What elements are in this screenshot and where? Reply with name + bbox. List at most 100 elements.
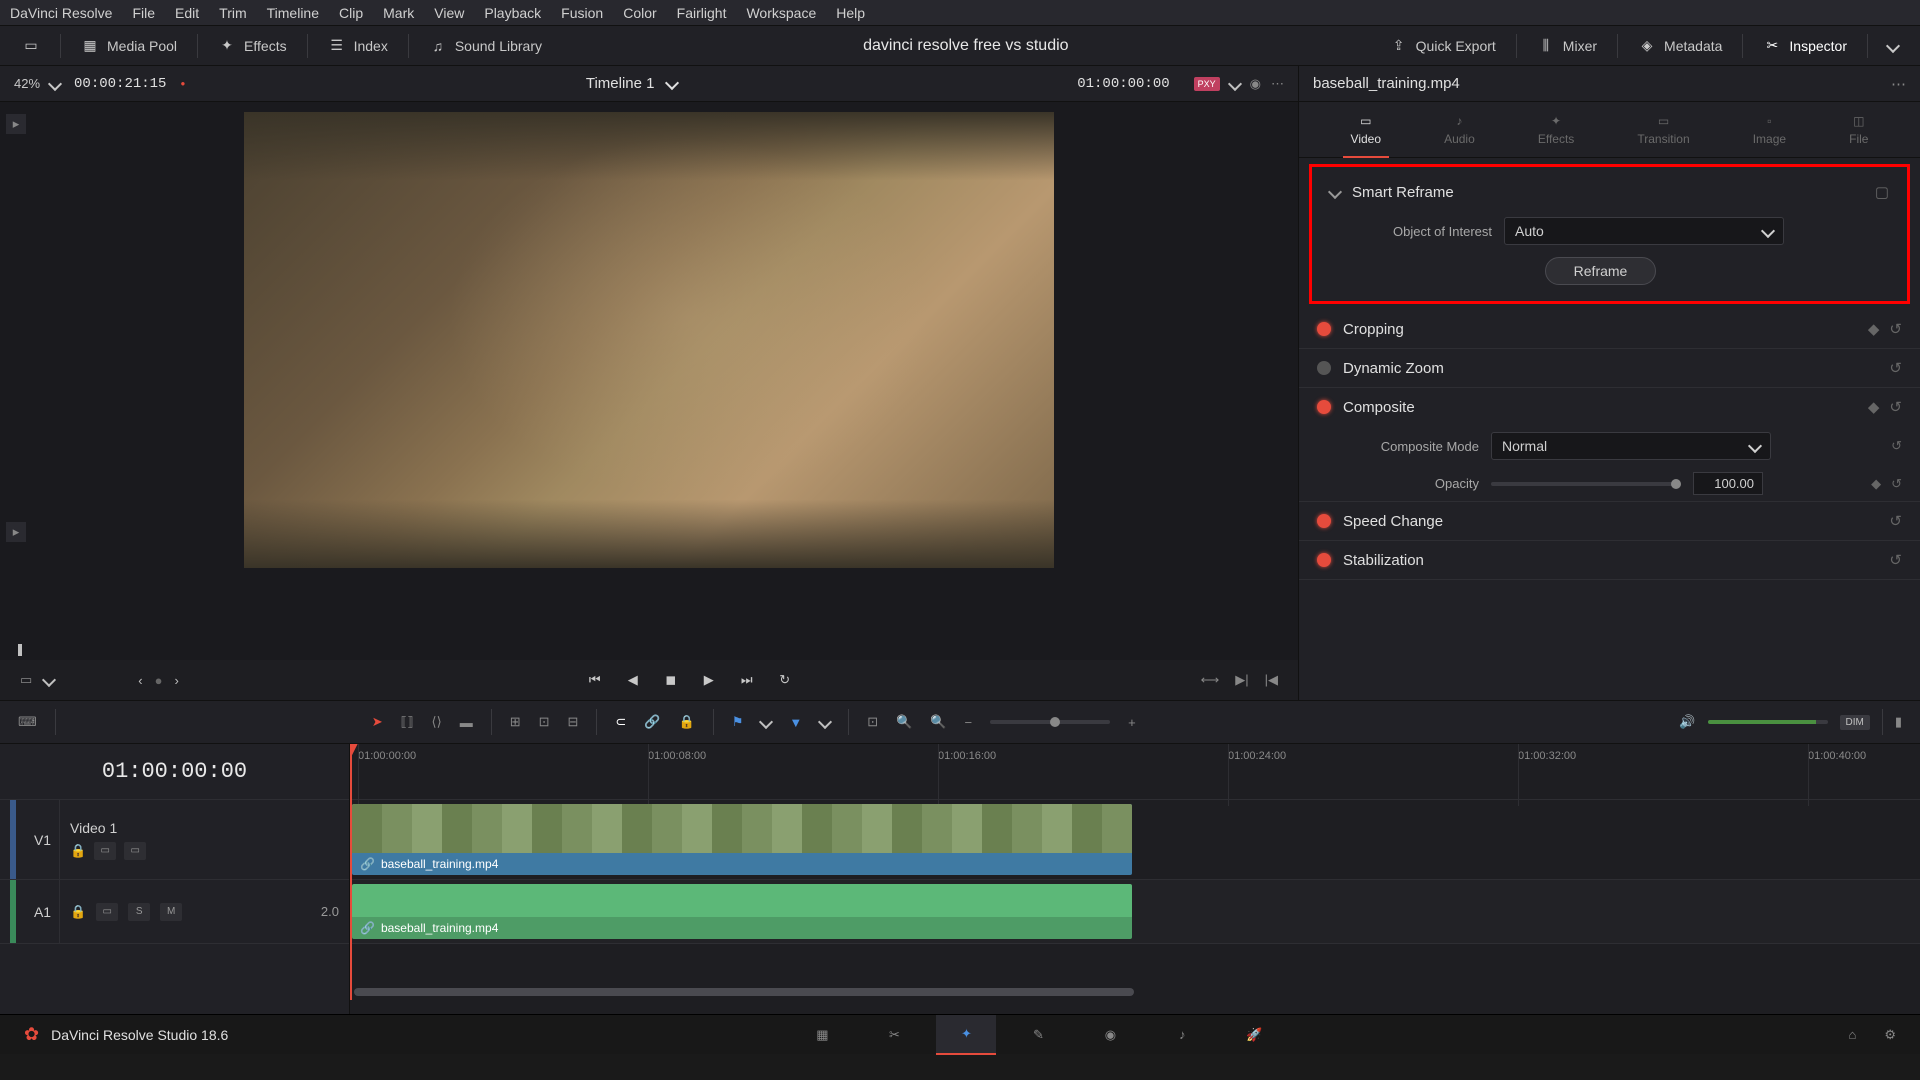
zoom-fit-icon[interactable]: ⊡ xyxy=(867,714,878,730)
menu-color[interactable]: Color xyxy=(623,5,656,21)
dynamic-trim-icon[interactable]: ⟨⟩ xyxy=(432,714,442,730)
video-lane[interactable]: 🔗baseball_training.mp4 xyxy=(350,800,1920,880)
record-timecode[interactable]: 01:00:00:00 xyxy=(1077,76,1169,92)
reset-icon[interactable]: ↺ xyxy=(1889,512,1902,530)
toggle-on-icon[interactable] xyxy=(1317,322,1331,336)
more-icon[interactable]: ⋯ xyxy=(1271,76,1284,92)
dim-button[interactable]: DIM xyxy=(1840,715,1870,730)
expand-left-icon[interactable]: ▸ xyxy=(6,522,26,542)
sound-library-btn[interactable]: ♫Sound Library xyxy=(419,33,552,59)
object-of-interest-select[interactable]: Auto xyxy=(1504,217,1784,245)
menu-file[interactable]: File xyxy=(132,5,155,21)
tab-transition[interactable]: ▭Transition xyxy=(1629,110,1697,150)
speed-change-header[interactable]: Speed Change ↺ xyxy=(1299,502,1920,540)
next-clip-icon[interactable]: ▶| xyxy=(1235,672,1248,688)
index-btn[interactable]: ☰Index xyxy=(318,33,398,59)
go-start-btn[interactable]: ⏮ xyxy=(585,670,605,690)
video-clip[interactable]: 🔗baseball_training.mp4 xyxy=(352,804,1132,875)
loop-btn[interactable]: ↻ xyxy=(775,670,795,690)
keyframe-icon[interactable]: ◆ xyxy=(1871,476,1881,492)
match-frame-icon[interactable]: ⟷ xyxy=(1201,672,1220,688)
razor-icon[interactable]: ▬ xyxy=(460,715,473,730)
stabilization-header[interactable]: Stabilization ↺ xyxy=(1299,541,1920,579)
metadata-btn[interactable]: ◈Metadata xyxy=(1628,33,1732,59)
home-icon[interactable]: ⌂ xyxy=(1849,1027,1857,1042)
chevron-down-icon[interactable] xyxy=(42,673,56,687)
track-header-a1[interactable]: A1 🔒 ▭ S M 2.0 xyxy=(0,880,349,944)
layout-btn[interactable]: ▭ xyxy=(12,33,50,59)
flag-icon[interactable]: ⚑ xyxy=(732,714,744,730)
scrubber[interactable] xyxy=(0,640,1298,660)
volume-slider[interactable] xyxy=(1708,720,1828,724)
trim-tool-icon[interactable]: ⟦⟧ xyxy=(401,714,414,730)
more-icon[interactable]: ⋯ xyxy=(1891,75,1906,93)
lock-icon[interactable]: 🔒 xyxy=(679,714,695,730)
source-timecode[interactable]: 00:00:21:15 xyxy=(74,76,166,92)
arrow-tool-icon[interactable]: ➤ xyxy=(372,714,383,730)
tab-effects[interactable]: ✦Effects xyxy=(1530,110,1582,150)
media-page-btn[interactable]: ▦ xyxy=(792,1015,852,1055)
keyframe-icon[interactable]: ◆ xyxy=(1868,320,1880,338)
quick-export-btn[interactable]: ⇪Quick Export xyxy=(1380,33,1506,59)
timeline-selector[interactable]: Timeline 1 xyxy=(199,75,1063,92)
fusion-page-btn[interactable]: ✎ xyxy=(1008,1015,1068,1055)
track-header-v1[interactable]: V1 Video 1 🔒 ▭ ▭ xyxy=(0,800,349,880)
smart-reframe-header[interactable]: Smart Reframe ▢ xyxy=(1312,173,1907,211)
mixer-btn[interactable]: ⫼Mixer xyxy=(1527,33,1607,59)
reset-icon[interactable]: ↺ xyxy=(1889,359,1902,377)
chevron-down-icon[interactable] xyxy=(818,715,832,729)
marker-icon[interactable]: ▼ xyxy=(789,715,802,730)
zoom-custom-icon[interactable]: 🔍 xyxy=(930,714,946,730)
cut-page-btn[interactable]: ✂ xyxy=(864,1015,924,1055)
audio-clip[interactable]: 🔗baseball_training.mp4 xyxy=(352,884,1132,939)
link-icon[interactable]: 🔗 xyxy=(644,714,660,730)
composite-mode-select[interactable]: Normal xyxy=(1491,432,1771,460)
track-label[interactable]: V1 xyxy=(26,800,60,879)
prev-clip-icon[interactable]: |◀ xyxy=(1265,672,1278,688)
slider-handle[interactable] xyxy=(1671,479,1681,489)
volume-icon[interactable]: 🔊 xyxy=(1679,714,1695,730)
insert-icon[interactable]: ⊞ xyxy=(510,714,521,730)
cropping-header[interactable]: Cropping ◆↺ xyxy=(1299,310,1920,348)
keyboard-icon[interactable]: ⌨ xyxy=(18,714,37,730)
fairlight-page-btn[interactable]: ♪ xyxy=(1152,1015,1212,1055)
timeline-timecode[interactable]: 01:00:00:00 xyxy=(0,744,349,800)
color-page-btn[interactable]: ◉ xyxy=(1080,1015,1140,1055)
toggle-on-icon[interactable] xyxy=(1317,400,1331,414)
track-label[interactable]: A1 xyxy=(26,880,60,943)
timeline-tracks[interactable]: 01:00:00:00 01:00:08:00 01:00:16:00 01:0… xyxy=(350,744,1920,1014)
collapse-left-icon[interactable]: ▸ xyxy=(6,114,26,134)
toggle-on-icon[interactable] xyxy=(1317,514,1331,528)
record-icon[interactable]: ▭ xyxy=(124,842,146,860)
tab-video[interactable]: ▭Video xyxy=(1343,110,1389,150)
overwrite-icon[interactable]: ⊡ xyxy=(539,714,550,730)
effects-btn[interactable]: ✦Effects xyxy=(208,33,297,59)
deliver-page-btn[interactable]: 🚀 xyxy=(1224,1015,1284,1055)
solo-btn[interactable]: S xyxy=(128,903,150,921)
next-nav-icon[interactable]: › xyxy=(175,673,179,688)
timeline-ruler[interactable]: 01:00:00:00 01:00:08:00 01:00:16:00 01:0… xyxy=(350,744,1920,800)
play-btn[interactable]: ▶ xyxy=(699,670,719,690)
go-end-btn[interactable]: ⏭ xyxy=(737,670,757,690)
stop-btn[interactable]: ◼ xyxy=(661,670,681,690)
reset-icon[interactable]: ↺ xyxy=(1891,438,1902,454)
horizontal-scrollbar[interactable] xyxy=(354,988,1134,996)
tab-image[interactable]: ▫Image xyxy=(1745,110,1794,150)
mute-btn[interactable]: M xyxy=(160,903,182,921)
bypass-icon[interactable]: ◉ xyxy=(1250,76,1261,92)
menu-help[interactable]: Help xyxy=(836,5,865,21)
menu-mark[interactable]: Mark xyxy=(383,5,414,21)
opacity-slider[interactable] xyxy=(1491,482,1681,486)
tab-file[interactable]: ◫File xyxy=(1841,110,1876,150)
composite-header[interactable]: Composite ◆↺ xyxy=(1299,388,1920,426)
toggle-off-icon[interactable] xyxy=(1317,361,1331,375)
gear-icon[interactable]: ⚙ xyxy=(1884,1027,1896,1043)
replace-icon[interactable]: ⊟ xyxy=(568,714,579,730)
reframe-button[interactable]: Reframe xyxy=(1545,257,1657,285)
edit-page-btn[interactable]: ✦ xyxy=(936,1015,996,1055)
step-back-btn[interactable]: ◀ xyxy=(623,670,643,690)
lock-icon[interactable]: 🔒 xyxy=(70,904,86,920)
track-volume[interactable]: 2.0 xyxy=(321,904,339,919)
audio-lane[interactable]: 🔗baseball_training.mp4 xyxy=(350,880,1920,944)
zoom-minus-icon[interactable]: − xyxy=(965,715,973,730)
